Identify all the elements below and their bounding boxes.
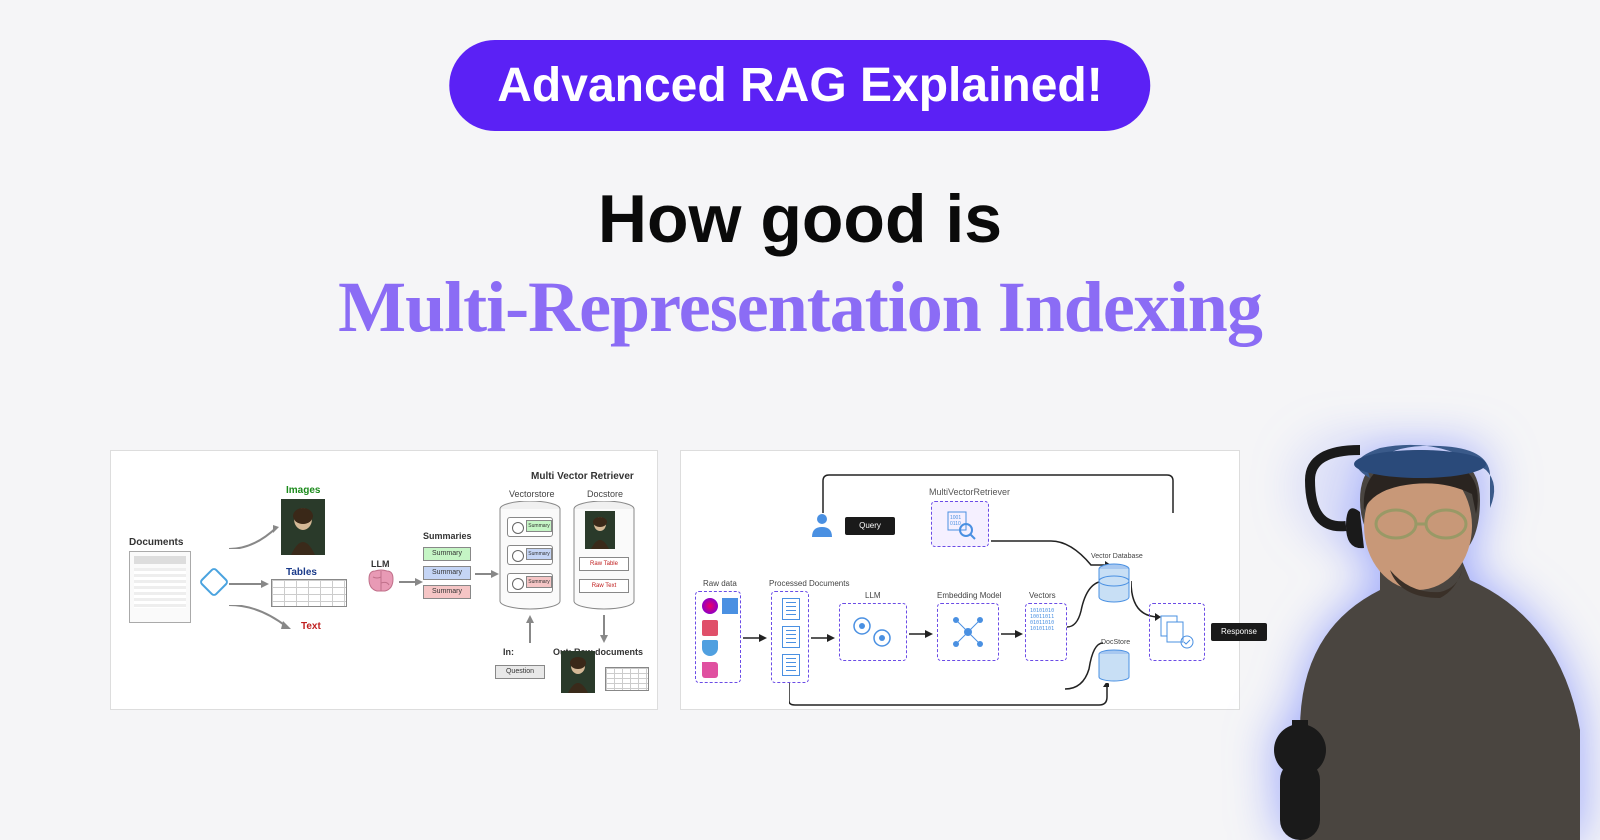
mona-lisa-icon	[281, 499, 325, 555]
user-icon	[809, 511, 835, 537]
vectorstore-item-2: Summary	[507, 545, 553, 565]
arrow-to-tables-icon	[229, 579, 269, 589]
docstore-label-2: DocStore	[1101, 639, 1130, 646]
summary-tag-2: Summary	[423, 566, 471, 580]
book-icon	[702, 620, 718, 636]
question-tag: Question	[495, 665, 545, 679]
headline-line-2: Multi-Representation Indexing	[0, 266, 1600, 349]
summary-tag-1: Summary	[423, 547, 471, 561]
llm-gears-icon	[848, 612, 898, 652]
vector-db-label: Vector Database	[1091, 553, 1143, 560]
presenter-avatar	[1240, 430, 1600, 840]
docstore-raw-text: Raw Text	[579, 579, 629, 593]
embedding-box	[937, 603, 999, 661]
llm-label-2: LLM	[865, 591, 881, 600]
docstore-image-icon	[585, 511, 615, 549]
vectors-label: Vectors	[1029, 591, 1056, 600]
processed-label: Processed Documents	[769, 579, 849, 588]
query-tag: Query	[845, 517, 895, 535]
vectors-box: 10101010 10011011 01011010 10101101	[1025, 603, 1067, 661]
processed-doc-icon	[782, 598, 800, 620]
documents-icon	[129, 551, 191, 623]
docstore-raw-table: Raw Table	[579, 557, 629, 571]
output-table-icon	[605, 667, 649, 691]
headline-line-1: How good is	[0, 180, 1600, 258]
processed-doc-icon	[782, 654, 800, 676]
raw-data-label: Raw data	[703, 579, 737, 588]
flow-mvr-vdb-icon	[991, 521, 1111, 571]
tables-label: Tables	[286, 567, 317, 578]
summaries-label: Summaries	[423, 531, 472, 541]
arrow-summaries-icon	[475, 569, 499, 579]
processed-box	[771, 591, 809, 683]
network-icon	[948, 612, 988, 652]
response-docs-icon	[1157, 612, 1197, 652]
response-box	[1149, 603, 1205, 661]
brain-icon	[367, 569, 395, 593]
mvr-box: 10010110	[931, 501, 989, 547]
splitter-icon	[198, 566, 229, 597]
database-small-icon	[702, 640, 718, 656]
llm-label: LLM	[371, 559, 390, 569]
vectorstore-item-1: Summary	[507, 517, 553, 537]
documents-label: Documents	[129, 537, 183, 548]
vectorstore-label: Vectorstore	[509, 489, 555, 499]
embedding-label: Embedding Model	[937, 591, 1001, 600]
images-label: Images	[286, 485, 320, 496]
arrow-in-icon	[525, 615, 535, 643]
vectorstore-item-3: Summary	[507, 573, 553, 593]
mvr-title: Multi Vector Retriever	[531, 471, 634, 482]
binary-search-icon: 10010110	[946, 510, 976, 540]
mvr-label: MultiVectorRetriever	[929, 487, 1010, 497]
diagram-multi-vector-retriever: Documents Images Tables Text LLM Summari…	[110, 450, 658, 710]
folder-icon	[702, 662, 718, 678]
globe-icon	[702, 598, 718, 614]
processed-doc-icon	[782, 626, 800, 648]
raw-data-box	[695, 591, 741, 683]
arrow-emb-vec-icon	[1001, 629, 1023, 639]
table-icon	[271, 579, 347, 607]
diagram-row: Documents Images Tables Text LLM Summari…	[110, 450, 1240, 710]
llm-box	[839, 603, 907, 661]
docstore-label: Docstore	[587, 489, 623, 499]
headline-block: How good is Multi-Representation Indexin…	[0, 180, 1600, 349]
title-badge: Advanced RAG Explained!	[449, 40, 1150, 131]
docstore-database-icon	[1097, 649, 1131, 683]
arrow-llm-emb-icon	[909, 629, 933, 639]
svg-text:0110: 0110	[950, 521, 961, 527]
doc-icon	[722, 598, 738, 614]
text-label: Text	[301, 621, 321, 632]
in-label: In:	[503, 647, 514, 657]
arrow-to-images-icon	[229, 525, 279, 549]
arrow-out-icon	[599, 615, 609, 643]
flow-proc-docstore-icon	[789, 683, 1109, 707]
vector-database-icon	[1097, 563, 1131, 605]
summary-tag-3: Summary	[423, 585, 471, 599]
diagram-pipeline: Query MultiVectorRetriever 10010110 Raw …	[680, 450, 1240, 710]
arrow-proc-llm-icon	[811, 633, 835, 643]
arrow-raw-proc-icon	[743, 633, 767, 643]
arrow-to-text-icon	[229, 605, 291, 629]
arrow-llm-icon	[399, 577, 423, 587]
output-image-icon	[561, 651, 595, 693]
